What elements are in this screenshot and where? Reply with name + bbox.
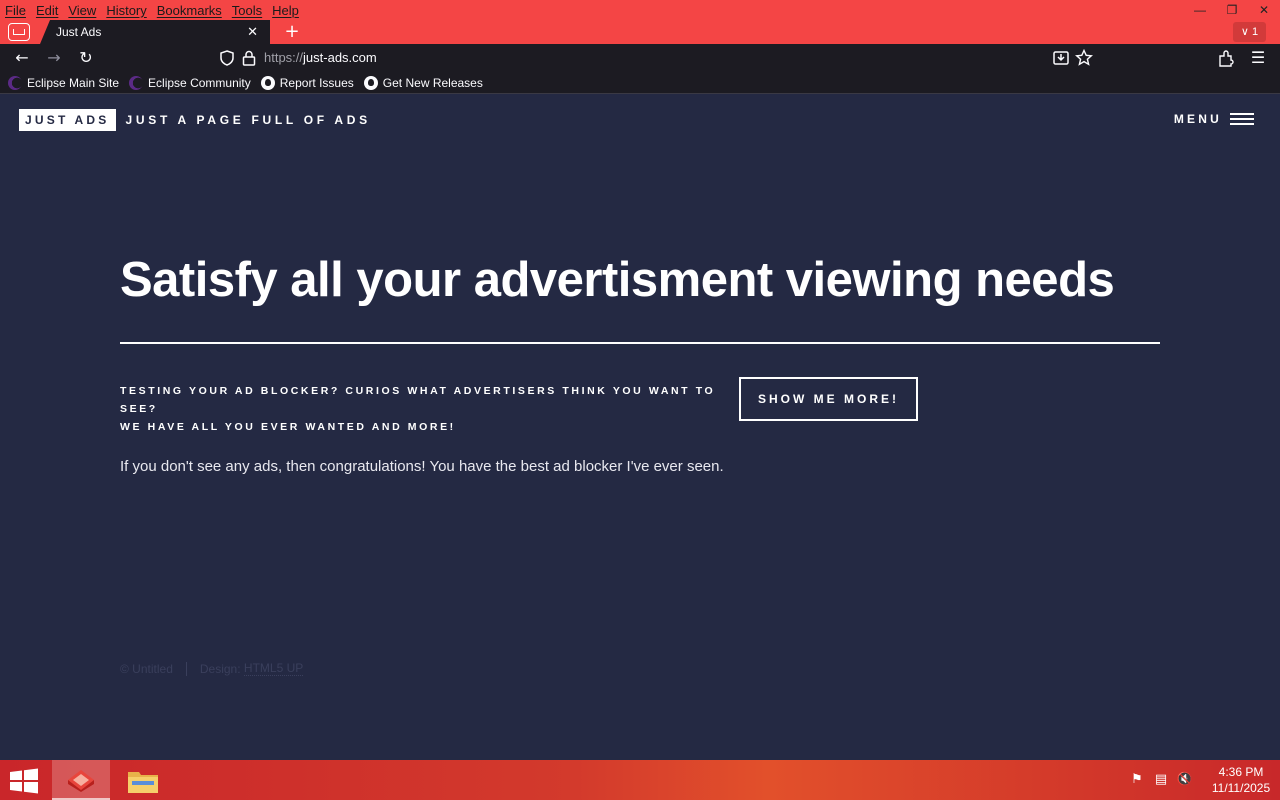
menu-tools[interactable]: Tools — [232, 3, 262, 18]
footer-design-label: Design: — [199, 661, 241, 676]
menu-history[interactable]: History — [106, 3, 146, 18]
lock-icon[interactable] — [242, 50, 256, 66]
windows-start-icon[interactable] — [8, 768, 40, 794]
tab-close-icon[interactable]: ✕ — [247, 20, 258, 44]
bookmark-eclipse-main-site[interactable]: Eclipse Main Site — [8, 75, 120, 90]
hero-note: If you don't see any ads, then congratul… — [120, 458, 724, 475]
menu-file[interactable]: File — [5, 3, 26, 18]
bookmark-star-icon[interactable] — [1075, 49, 1093, 67]
bookmark-label: Eclipse Community — [148, 75, 251, 90]
eclipse-icon — [8, 75, 22, 90]
footer-design-link[interactable]: HTML5 UP — [243, 661, 304, 676]
footer-copyright: © Untitled — [120, 661, 173, 676]
firefox-view-button[interactable] — [8, 23, 30, 41]
app-menu-button[interactable]: ☰ — [1248, 48, 1268, 68]
clock[interactable]: 4:36 PM 11/11/2025 — [1202, 764, 1280, 796]
volume-muted-icon[interactable]: 🔇 — [1174, 769, 1196, 791]
menu-view[interactable]: View — [68, 3, 96, 18]
hero-subtitle-line-1: TESTING YOUR AD BLOCKER? CURIOS WHAT ADV… — [120, 385, 716, 415]
site-tagline: JUST A PAGE FULL OF ADS — [125, 113, 371, 127]
reload-button[interactable]: ↻ — [76, 48, 96, 68]
menu-bookmarks[interactable]: Bookmarks — [157, 3, 222, 18]
tab-just-ads[interactable]: Just Ads ✕ — [40, 20, 270, 44]
footer-separator — [185, 661, 187, 676]
tab-count: 1 — [1251, 26, 1259, 38]
window-controls: — ❐ ✕ — [1184, 0, 1280, 20]
forward-button[interactable]: → — [44, 48, 64, 68]
new-tab-button[interactable]: + — [282, 22, 302, 42]
shield-icon[interactable] — [220, 50, 234, 66]
restore-button[interactable]: ❐ — [1216, 3, 1248, 17]
bookmark-label: Get New Releases — [382, 75, 483, 90]
extensions-icon[interactable] — [1217, 50, 1235, 68]
back-button[interactable]: ← — [12, 48, 32, 68]
title-divider — [120, 342, 1160, 344]
bookmark-report-issues[interactable]: Report Issues — [260, 75, 354, 90]
url-scheme: https:// — [264, 50, 304, 65]
bookmark-label: Report Issues — [279, 75, 354, 90]
hamburger-icon — [1230, 113, 1254, 125]
tab-list-dropdown[interactable]: ∨ 1 — [1233, 22, 1266, 42]
minimize-button[interactable]: — — [1184, 3, 1216, 17]
web-page: JUST ADS JUST A PAGE FULL OF ADS MENU Sa… — [0, 94, 1280, 760]
url-bar[interactable]: https://just-ads.com — [214, 45, 1098, 71]
folder-icon — [128, 772, 158, 793]
bookmark-label: Eclipse Main Site — [27, 75, 120, 90]
system-tray: ⚑ ▤ 🔇 4:36 PM 11/11/2025 — [1126, 760, 1280, 800]
bookmarks-toolbar: Eclipse Main Site Eclipse Community Repo… — [0, 72, 1280, 94]
eclipse-icon — [129, 75, 144, 90]
clock-date: 11/11/2025 — [1211, 781, 1271, 795]
menu-help[interactable]: Help — [272, 3, 299, 18]
page-title: Satisfy all your advertisment viewing ne… — [120, 253, 1115, 307]
close-window-button[interactable]: ✕ — [1248, 3, 1280, 17]
menu-bar: File Edit View History Bookmarks Tools H… — [0, 0, 1280, 20]
github-icon — [260, 75, 275, 90]
menu-label: MENU — [1173, 112, 1222, 126]
save-to-pocket-icon[interactable] — [1052, 49, 1070, 67]
github-icon — [363, 75, 378, 90]
logo-text: JUST ADS — [19, 109, 116, 131]
tab-bar: Just Ads ✕ + ∨ 1 — [0, 20, 1280, 44]
hero-subtitle-line-2: WE HAVE ALL YOU EVER WANTED AND MORE! — [120, 421, 456, 433]
tab-title: Just Ads — [56, 25, 102, 39]
taskbar-file-explorer[interactable] — [114, 760, 172, 800]
site-logo[interactable]: JUST ADS JUST A PAGE FULL OF ADS — [19, 109, 371, 131]
site-footer: © Untitled Design: HTML5 UP — [120, 661, 304, 676]
url-host: just-ads.com — [303, 50, 377, 65]
flag-icon[interactable]: ⚑ — [1126, 769, 1148, 791]
bookmark-eclipse-community[interactable]: Eclipse Community — [129, 75, 251, 90]
menu-edit[interactable]: Edit — [36, 3, 58, 18]
clock-time: 4:36 PM — [1218, 765, 1264, 779]
site-menu-button[interactable]: MENU — [1174, 112, 1254, 126]
taskbar: ⚑ ▤ 🔇 4:36 PM 11/11/2025 — [0, 760, 1280, 800]
url-text[interactable]: https://just-ads.com — [264, 45, 377, 71]
taskbar-browser-app[interactable] — [52, 760, 110, 800]
network-icon[interactable]: ▤ — [1150, 769, 1172, 791]
hero-subtitle: TESTING YOUR AD BLOCKER? CURIOS WHAT ADV… — [120, 382, 730, 436]
show-me-more-button[interactable]: SHOW ME MORE! — [739, 377, 918, 421]
browser-app-icon — [68, 770, 94, 792]
navigation-bar: ← → ↻ https://just-ads.com ☰ — [0, 44, 1280, 72]
bookmark-get-new-releases[interactable]: Get New Releases — [363, 75, 483, 90]
